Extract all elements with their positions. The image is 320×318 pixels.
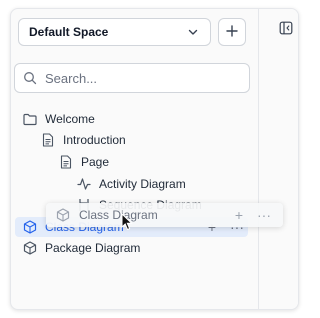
folder-icon — [23, 112, 37, 126]
main-area — [258, 9, 298, 309]
tree-item-label: Activity Diagram — [99, 177, 186, 191]
activity-icon — [77, 177, 91, 191]
add-space-button[interactable] — [218, 18, 246, 46]
sidebar-toggle-button[interactable] — [278, 21, 294, 37]
cube-icon — [23, 241, 37, 255]
tree-item-welcome[interactable]: Welcome — [23, 109, 95, 129]
drag-ghost-label: Class Diagram — [79, 208, 158, 222]
sidebar-panel: Default Space Welcome Introduction Pa — [10, 8, 299, 310]
tree-item-page[interactable]: Page — [59, 152, 109, 172]
search-input[interactable] — [45, 70, 235, 86]
drag-ghost: Class Diagram + ··· — [46, 203, 283, 227]
tree-item-package-diagram[interactable]: Package Diagram — [23, 238, 140, 258]
sidebar-collapse-icon — [279, 21, 293, 38]
search-icon — [23, 71, 37, 85]
ghost-more-icon: ··· — [257, 207, 271, 223]
ghost-add-icon: + — [234, 207, 243, 223]
tree-item-activity-diagram[interactable]: Activity Diagram — [77, 174, 186, 194]
document-icon — [41, 133, 55, 147]
tree-item-introduction[interactable]: Introduction — [41, 130, 126, 150]
mouse-pointer-icon — [121, 213, 133, 231]
tree-item-label: Page — [81, 155, 110, 169]
plus-icon — [225, 24, 239, 41]
space-selector-value: Default Space — [29, 25, 109, 39]
chevron-down-icon — [186, 25, 200, 39]
tree-item-label: Package Diagram — [45, 241, 141, 255]
tree-item-label: Introduction — [63, 133, 126, 147]
cube-icon — [56, 208, 70, 222]
drag-ghost-actions: + ··· — [235, 207, 271, 223]
cube-icon — [23, 220, 37, 234]
search-box — [14, 63, 250, 93]
document-icon — [59, 155, 73, 169]
space-selector[interactable]: Default Space — [18, 18, 211, 46]
tree-item-label: Welcome — [45, 112, 95, 126]
